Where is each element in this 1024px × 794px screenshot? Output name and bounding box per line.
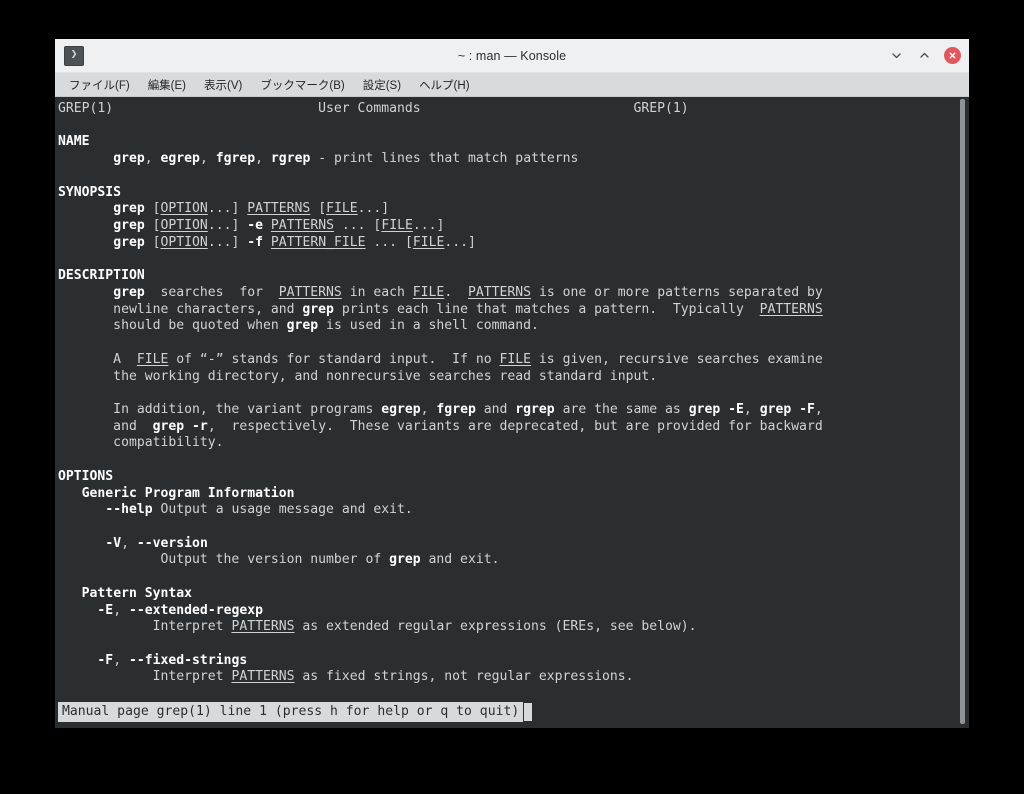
window-controls (888, 47, 961, 64)
menu-view[interactable]: 表示(V) (195, 75, 251, 95)
scrollbar-thumb[interactable] (960, 99, 965, 724)
konsole-window: ❯ ~ : man — Konsole ファイル(F) 編集(E) 表示(V) … (55, 39, 969, 728)
window-titlebar[interactable]: ❯ ~ : man — Konsole (55, 39, 969, 73)
terminal-prompt-icon: ❯ (64, 45, 84, 66)
maximize-button[interactable] (916, 47, 933, 64)
menu-settings[interactable]: 設定(S) (354, 75, 410, 95)
menu-bookmarks[interactable]: ブックマーク(B) (251, 75, 353, 95)
man-status-text: Manual page grep(1) line 1 (press h for … (58, 702, 524, 722)
menu-file[interactable]: ファイル(F) (60, 75, 139, 95)
menu-edit[interactable]: 編集(E) (139, 75, 195, 95)
minimize-button[interactable] (888, 47, 905, 64)
terminal-scrollbar[interactable] (957, 97, 969, 728)
man-page-content: GREP(1) User Commands GREP(1) NAME grep,… (58, 101, 823, 685)
close-button[interactable] (944, 47, 961, 64)
menubar: ファイル(F) 編集(E) 表示(V) ブックマーク(B) 設定(S) ヘルプ(… (55, 73, 969, 97)
desktop-background: ❯ ~ : man — Konsole ファイル(F) 編集(E) 表示(V) … (0, 0, 1024, 794)
man-status-bar: Manual page grep(1) line 1 (press h for … (58, 702, 533, 722)
menu-help[interactable]: ヘルプ(H) (410, 75, 478, 95)
terminal-cursor (524, 703, 533, 721)
terminal-view[interactable]: GREP(1) User Commands GREP(1) NAME grep,… (55, 97, 969, 728)
window-title: ~ : man — Konsole (457, 48, 567, 63)
